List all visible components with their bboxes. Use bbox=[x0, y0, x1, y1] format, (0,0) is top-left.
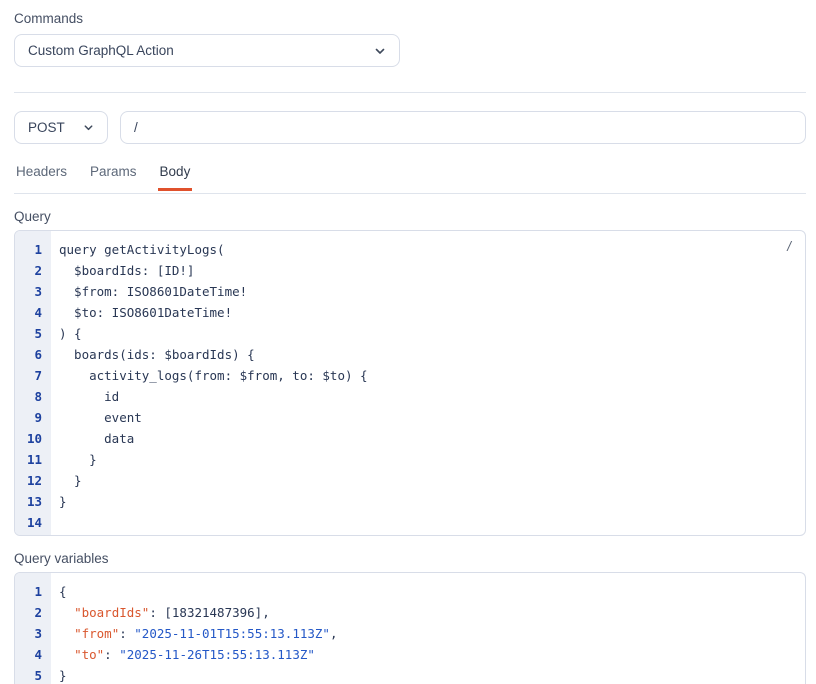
code-line: activity_logs(from: $from, to: $to) { bbox=[59, 365, 793, 386]
code-line bbox=[59, 512, 793, 533]
line-number: 12 bbox=[15, 470, 51, 491]
query-code-editor[interactable]: 1234567891011121314 query getActivityLog… bbox=[14, 230, 806, 536]
line-number: 10 bbox=[15, 428, 51, 449]
commands-label: Commands bbox=[14, 11, 806, 26]
code-line: "boardIds": [18321487396], bbox=[59, 602, 793, 623]
tab-body[interactable]: Body bbox=[158, 164, 193, 191]
line-number: 5 bbox=[15, 323, 51, 344]
query-variables-editor[interactable]: 12345 { "boardIds": [18321487396], "from… bbox=[14, 572, 806, 684]
request-tabs: Headers Params Body bbox=[14, 164, 806, 194]
variables-code-area[interactable]: { "boardIds": [18321487396], "from": "20… bbox=[51, 573, 805, 684]
url-input[interactable] bbox=[120, 111, 806, 144]
code-line: } bbox=[59, 449, 793, 470]
code-line: "to": "2025-11-26T15:55:13.113Z" bbox=[59, 644, 793, 665]
code-line: $boardIds: [ID!] bbox=[59, 260, 793, 281]
line-number: 2 bbox=[15, 260, 51, 281]
line-number: 3 bbox=[15, 623, 51, 644]
method-selected-value: POST bbox=[28, 120, 65, 135]
code-line: event bbox=[59, 407, 793, 428]
slash-hint: / bbox=[787, 239, 791, 254]
line-number: 4 bbox=[15, 644, 51, 665]
method-select[interactable]: POST bbox=[14, 111, 108, 144]
line-number: 2 bbox=[15, 602, 51, 623]
line-number: 9 bbox=[15, 407, 51, 428]
query-code-area[interactable]: query getActivityLogs( $boardIds: [ID!] … bbox=[51, 231, 805, 535]
custom-action-form: Commands Custom GraphQL Action POST Head… bbox=[0, 0, 816, 684]
line-number-gutter: 1234567891011121314 bbox=[15, 231, 51, 535]
code-line: boards(ids: $boardIds) { bbox=[59, 344, 793, 365]
code-line: query getActivityLogs( bbox=[59, 239, 793, 260]
code-line: $to: ISO8601DateTime! bbox=[59, 302, 793, 323]
chevron-down-icon bbox=[374, 45, 386, 57]
commands-selected-value: Custom GraphQL Action bbox=[28, 43, 174, 58]
tab-headers[interactable]: Headers bbox=[14, 164, 69, 191]
code-line: data bbox=[59, 428, 793, 449]
line-number: 1 bbox=[15, 239, 51, 260]
line-number: 14 bbox=[15, 512, 51, 533]
commands-select[interactable]: Custom GraphQL Action bbox=[14, 34, 400, 67]
code-line: } bbox=[59, 665, 793, 684]
line-number: 6 bbox=[15, 344, 51, 365]
line-number-gutter: 12345 bbox=[15, 573, 51, 684]
code-line: "from": "2025-11-01T15:55:13.113Z", bbox=[59, 623, 793, 644]
chevron-down-icon bbox=[83, 122, 94, 133]
line-number: 1 bbox=[15, 581, 51, 602]
code-line: { bbox=[59, 581, 793, 602]
code-line: $from: ISO8601DateTime! bbox=[59, 281, 793, 302]
query-variables-label: Query variables bbox=[14, 551, 806, 566]
code-line: } bbox=[59, 491, 793, 512]
line-number: 8 bbox=[15, 386, 51, 407]
tab-params[interactable]: Params bbox=[88, 164, 139, 191]
line-number: 4 bbox=[15, 302, 51, 323]
query-label: Query bbox=[14, 209, 806, 224]
line-number: 11 bbox=[15, 449, 51, 470]
line-number: 3 bbox=[15, 281, 51, 302]
line-number: 13 bbox=[15, 491, 51, 512]
line-number: 7 bbox=[15, 365, 51, 386]
code-line: } bbox=[59, 470, 793, 491]
code-line: id bbox=[59, 386, 793, 407]
code-line: ) { bbox=[59, 323, 793, 344]
line-number: 5 bbox=[15, 665, 51, 684]
request-row: POST bbox=[14, 111, 806, 144]
section-divider bbox=[14, 92, 806, 93]
